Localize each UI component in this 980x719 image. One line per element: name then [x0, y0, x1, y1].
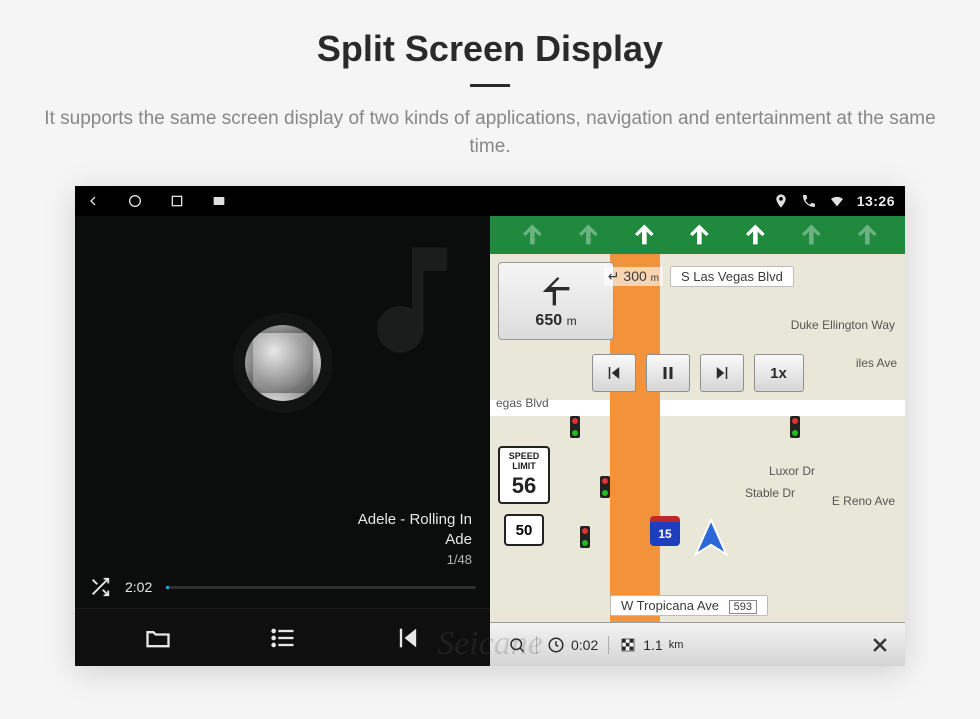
sim-prev-button[interactable]: [592, 354, 636, 392]
previous-track-icon[interactable]: [394, 624, 422, 652]
lane-arrow-icon: [516, 221, 544, 249]
sim-next-button[interactable]: [700, 354, 744, 392]
traffic-light-icon: [580, 526, 590, 548]
street-name: E Reno Ave: [832, 494, 895, 508]
speed-limit-sign: SPEED LIMIT 56: [498, 446, 550, 504]
street-name: Stable Dr: [745, 486, 795, 500]
close-button[interactable]: [863, 628, 897, 662]
route-shield: 50: [504, 514, 544, 546]
clock-time: 13:26: [857, 193, 895, 209]
traffic-light-icon: [570, 416, 580, 438]
lane-arrow-icon: [572, 221, 600, 249]
lane-arrow-icon: [851, 221, 879, 249]
music-pane: Adele - Rolling In Ade 1/48 2:02: [75, 216, 490, 666]
navigation-pane[interactable]: S Las Vegas Blvd Duke Ellington Way iles…: [490, 216, 905, 666]
lane-arrow-icon: [795, 221, 823, 249]
turn-instruction-card[interactable]: 650 m ↵ 300 m: [498, 262, 614, 340]
track-title: Adele - Rolling In: [75, 510, 472, 530]
zoom-button[interactable]: [498, 636, 536, 654]
folder-icon[interactable]: [144, 624, 172, 652]
elapsed-time: 2:02: [125, 579, 152, 595]
progress-slider[interactable]: [166, 586, 476, 589]
title-underline: [470, 84, 510, 87]
music-note-icon: [342, 230, 482, 370]
track-artist: Ade: [75, 530, 472, 550]
street-label: W Tropicana Ave 593: [610, 595, 768, 616]
traffic-light-icon: [600, 476, 610, 498]
street-name: egas Blvd: [496, 396, 549, 410]
track-index: 1/48: [75, 551, 472, 569]
lane-arrow-icon: [739, 221, 767, 249]
playback-controls: 1x: [592, 354, 804, 392]
page-title: Split Screen Display: [0, 0, 980, 70]
wifi-icon: [829, 193, 845, 209]
picture-icon[interactable]: [211, 193, 227, 209]
interstate-shield: 15: [650, 516, 680, 546]
traffic-light-icon: [790, 416, 800, 438]
street-name: Duke Ellington Way: [791, 318, 895, 332]
lane-guidance-bar: [490, 216, 905, 254]
back-icon[interactable]: [85, 193, 101, 209]
album-art-area[interactable]: [75, 216, 490, 510]
nav-bottom-bar: 0:02 1.1 km: [490, 622, 905, 666]
remaining-distance: 1.1 km: [608, 636, 693, 654]
lane-arrow-icon: [683, 221, 711, 249]
home-icon[interactable]: [127, 193, 143, 209]
page-subtitle: It supports the same screen display of t…: [30, 105, 950, 160]
lane-arrow-icon: [628, 221, 656, 249]
street-label: S Las Vegas Blvd: [670, 266, 794, 287]
secondary-distance: ↵ 300 m: [604, 267, 663, 286]
street-name: Luxor Dr: [769, 464, 815, 478]
recent-apps-icon[interactable]: [169, 193, 185, 209]
sim-pause-button[interactable]: [646, 354, 690, 392]
turn-left-icon: [536, 272, 576, 312]
track-metadata: Adele - Rolling In Ade 1/48: [75, 510, 490, 576]
vehicle-cursor-icon: [688, 516, 734, 562]
status-bar: 13:26: [75, 186, 905, 216]
phone-icon: [801, 193, 817, 209]
shuffle-icon[interactable]: [89, 576, 111, 598]
playlist-icon[interactable]: [269, 624, 297, 652]
street-name: iles Ave: [856, 356, 897, 370]
sim-speed-button[interactable]: 1x: [754, 354, 804, 392]
eta-time: 0:02: [536, 636, 608, 654]
play-button[interactable]: [245, 325, 321, 401]
location-icon: [773, 193, 789, 209]
music-bottom-bar: [75, 608, 490, 666]
device-screen: 13:26 Adele - Rolling In Ade 1/48 2:02: [75, 186, 905, 666]
